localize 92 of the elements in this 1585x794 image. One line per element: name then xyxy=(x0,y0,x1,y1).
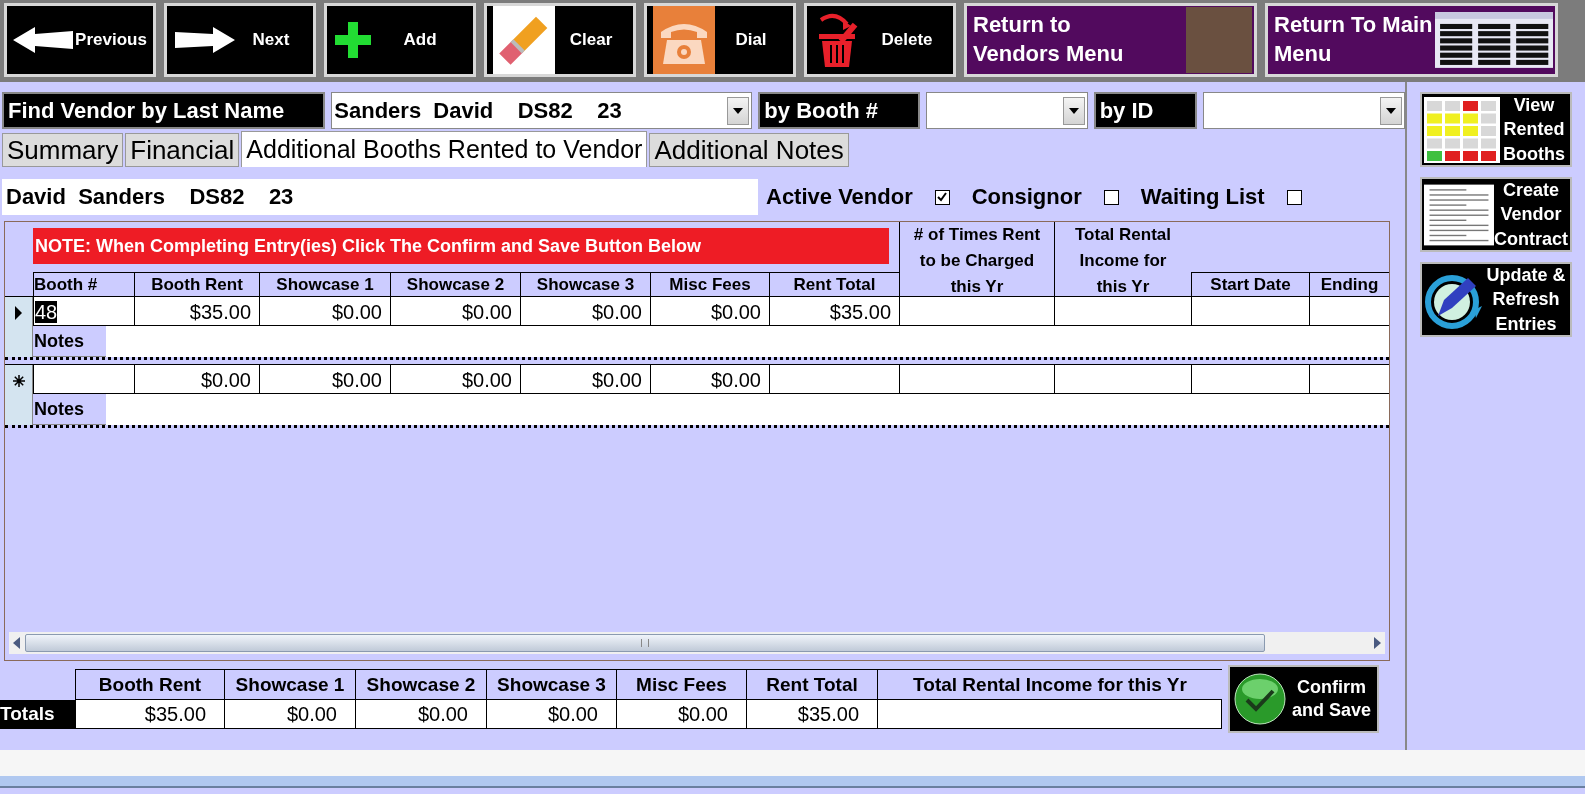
next-button[interactable]: Next xyxy=(164,3,316,77)
tab[interactable]: Summary xyxy=(2,133,124,167)
table-cell[interactable]: $0.00 xyxy=(520,365,650,394)
table-cell[interactable]: $0.00 xyxy=(650,297,769,326)
horizontal-scrollbar[interactable] xyxy=(9,632,1385,654)
previous-button[interactable]: Previous xyxy=(4,3,156,77)
table-cell[interactable]: $0.00 xyxy=(259,297,390,326)
clear-button[interactable]: Clear xyxy=(484,3,636,77)
checkbox[interactable] xyxy=(1103,189,1119,205)
checkbox[interactable] xyxy=(1286,189,1302,205)
dial-button[interactable]: Dial xyxy=(644,3,796,77)
plus-icon xyxy=(333,20,373,60)
column-header: Showcase 3 xyxy=(486,669,616,700)
table-cell[interactable]: $0.00 xyxy=(650,365,769,394)
column-header: Total Rental Income for this Yr xyxy=(877,669,1222,700)
note-banner: NOTE: When Completing Entry(ies) Click The Confirm and Save Button Below xyxy=(33,228,889,264)
table-cell[interactable] xyxy=(769,365,899,394)
vendor-name-dropdown[interactable]: Sanders David DS82 23 xyxy=(331,92,753,129)
table-cell[interactable] xyxy=(1191,297,1309,326)
id-search-label: by ID xyxy=(1093,92,1198,129)
total-cell: $0.00 xyxy=(486,700,616,729)
column-header: Start Date xyxy=(1191,272,1309,296)
table-cell[interactable]: $0.00 xyxy=(390,297,520,326)
table-cell[interactable]: $0.00 xyxy=(259,365,390,394)
table-cell[interactable] xyxy=(1309,365,1389,394)
notes-field[interactable] xyxy=(106,394,1389,425)
total-cell: $0.00 xyxy=(355,700,486,729)
column-header: Showcase 2 xyxy=(390,272,520,296)
flag-label: Consignor xyxy=(971,184,1082,210)
record-selector[interactable] xyxy=(5,365,33,425)
totals-label: Totals xyxy=(0,700,75,729)
dropdown-caret-icon[interactable] xyxy=(1062,96,1085,125)
booths-button[interactable]: View Rented Booths xyxy=(1420,92,1572,167)
right-arrow-icon xyxy=(173,25,235,55)
tab[interactable]: Financial xyxy=(125,133,240,167)
column-header: Showcase 1 xyxy=(224,669,355,700)
column-header: Misc Fees xyxy=(650,272,769,296)
main-menu-button[interactable]: Return To Main Menu xyxy=(1265,3,1558,77)
refresh-button[interactable]: Update & Refresh Entries xyxy=(1420,262,1572,337)
tab[interactable]: Additional Booths Rented to Vendor xyxy=(241,131,648,167)
column-header: Showcase 3 xyxy=(520,272,650,296)
column-header: Booth # xyxy=(33,272,134,296)
tab[interactable]: Additional Notes xyxy=(649,133,849,167)
table-cell[interactable]: 48 xyxy=(33,297,134,326)
checkmark-icon xyxy=(1234,673,1286,725)
booth-search-label: by Booth # xyxy=(758,92,920,129)
delete-button[interactable]: Delete xyxy=(804,3,956,77)
checkbox[interactable] xyxy=(934,189,950,205)
confirm-save-button[interactable]: Confirm and Save xyxy=(1228,665,1379,733)
add-button[interactable]: Add xyxy=(324,3,476,77)
table-cell[interactable] xyxy=(1309,297,1389,326)
total-cell: $35.00 xyxy=(75,700,224,729)
telephone-icon xyxy=(653,6,715,74)
table-cell[interactable] xyxy=(1054,365,1191,394)
record-selector[interactable] xyxy=(5,297,33,357)
table-cell[interactable] xyxy=(1191,365,1309,394)
table-cell[interactable] xyxy=(899,297,1054,326)
find-vendor-label: Find Vendor by Last Name xyxy=(2,92,326,129)
table-cell[interactable] xyxy=(33,365,134,394)
column-header: Showcase 2 xyxy=(355,669,486,700)
column-header: Total Rental Income for this Yr xyxy=(1054,222,1191,296)
column-header: Booth Rent xyxy=(134,272,259,296)
table-cell[interactable]: $0.00 xyxy=(134,365,259,394)
vendors-menu-button[interactable]: Return to Vendors Menu xyxy=(964,3,1257,77)
photo-placeholder xyxy=(1186,7,1252,73)
dropdown-caret-icon[interactable] xyxy=(1380,96,1402,125)
column-header: Showcase 1 xyxy=(259,272,390,296)
column-header: # of Times Rent to be Charged this Yr xyxy=(899,222,1054,296)
new-record-icon xyxy=(12,375,25,387)
table-cell[interactable]: $0.00 xyxy=(390,365,520,394)
current-record-icon xyxy=(15,306,22,320)
column-header: Rent Total xyxy=(746,669,877,700)
column-header: Rent Total xyxy=(769,272,899,296)
total-cell: $35.00 xyxy=(746,700,877,729)
column-header: Ending xyxy=(1309,272,1389,296)
contract-button[interactable]: Create Vendor Contract xyxy=(1420,177,1572,252)
left-arrow-icon xyxy=(13,25,75,55)
table-cell[interactable]: $0.00 xyxy=(520,297,650,326)
vendor-name-field: David Sanders DS82 23 xyxy=(2,179,758,215)
total-cell: $0.00 xyxy=(616,700,746,729)
notes-field[interactable] xyxy=(106,326,1389,357)
eraser-icon xyxy=(493,6,555,74)
table-cell[interactable]: $35.00 xyxy=(769,297,899,326)
column-header: Booth Rent xyxy=(75,669,224,700)
flag-label: Waiting List xyxy=(1140,184,1265,210)
dropdown-caret-icon[interactable] xyxy=(727,96,750,125)
table-cell[interactable] xyxy=(1054,297,1191,326)
total-cell: $0.00 xyxy=(224,700,355,729)
table-cell[interactable]: $35.00 xyxy=(134,297,259,326)
column-header: Misc Fees xyxy=(616,669,746,700)
flag-label: Active Vendor xyxy=(766,184,913,210)
table-cell[interactable] xyxy=(899,365,1054,394)
